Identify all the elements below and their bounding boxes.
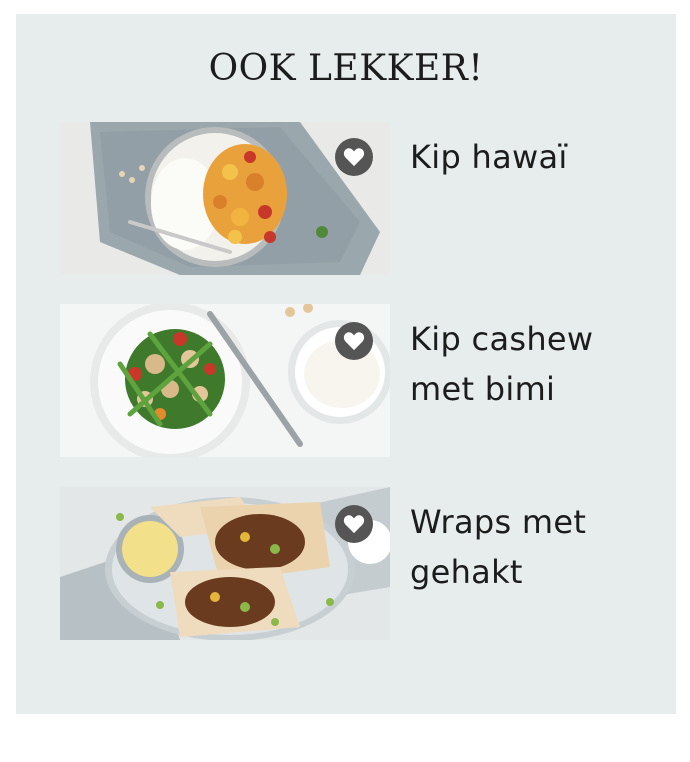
recipe-card-wraps-met-gehakt[interactable]: Wraps met gehakt [60, 487, 660, 642]
also-tasty-section: OOK LEKKER! Kip hawaï Kip cashew met bim… [16, 14, 676, 714]
favorite-button[interactable] [335, 322, 373, 360]
recipe-title[interactable]: Wraps met gehakt [410, 497, 650, 597]
favorite-button[interactable] [335, 138, 373, 176]
heart-icon [343, 148, 365, 167]
heart-icon [343, 332, 365, 351]
recipe-card-kip-hawai[interactable]: Kip hawaï [60, 122, 660, 277]
recipe-title[interactable]: Kip cashew met bimi [410, 314, 650, 414]
recipe-title[interactable]: Kip hawaï [410, 132, 650, 182]
recipe-card-kip-cashew[interactable]: Kip cashew met bimi [60, 304, 660, 459]
section-title: OOK LEKKER! [208, 48, 484, 89]
favorite-button[interactable] [335, 505, 373, 543]
heart-icon [343, 515, 365, 534]
